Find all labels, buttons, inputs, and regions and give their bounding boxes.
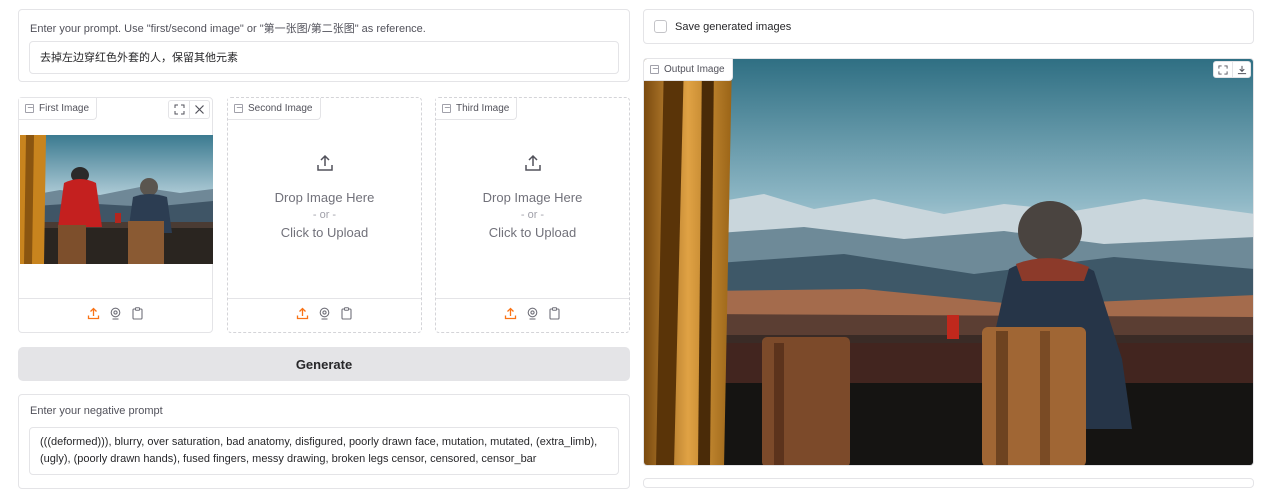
webcam-icon[interactable]: [318, 307, 331, 325]
webcam-icon[interactable]: [109, 307, 122, 325]
upload-icon[interactable]: [504, 307, 517, 325]
click-to-upload-text: Click to Upload: [280, 225, 369, 240]
image-icon: [442, 104, 451, 113]
negative-prompt-input[interactable]: (((deformed))), blurry, over saturation,…: [29, 427, 619, 475]
clipboard-icon[interactable]: [131, 306, 144, 325]
output-image-tools: [1213, 61, 1251, 78]
clipboard-icon[interactable]: [548, 306, 561, 325]
save-images-checkbox[interactable]: [654, 20, 667, 33]
prompt-label: Enter your prompt. Use "first/second ima…: [30, 23, 426, 35]
output-image-tag: Output Image: [644, 59, 733, 81]
prompt-input[interactable]: 去掉左边穿红色外套的人，保留其他元素: [29, 41, 619, 74]
negative-prompt-label: Enter your negative prompt: [30, 405, 163, 417]
upload-icon: [315, 154, 335, 177]
prompt-block: Enter your prompt. Use "first/second ima…: [18, 9, 630, 82]
output-image-block: Output Image: [643, 58, 1254, 466]
or-text: - or -: [520, 209, 545, 221]
clipboard-icon[interactable]: [340, 306, 353, 325]
third-image-footer: [436, 298, 629, 332]
third-image-upload[interactable]: Third Image Drop Image Here - or - Click…: [435, 97, 630, 333]
first-image-footer: [19, 298, 212, 332]
second-image-dropzone[interactable]: Drop Image Here - or - Click to Upload: [228, 153, 421, 240]
second-image-label: Second Image: [248, 102, 313, 114]
first-image-label: First Image: [39, 102, 90, 114]
upload-icon[interactable]: [296, 307, 309, 325]
drop-image-text: Drop Image Here: [274, 190, 375, 205]
output-image-preview: [644, 59, 1253, 465]
image-icon: [650, 65, 659, 74]
image-icon: [25, 104, 34, 113]
third-image-dropzone[interactable]: Drop Image Here - or - Click to Upload: [436, 153, 629, 240]
click-to-upload-text: Click to Upload: [488, 225, 577, 240]
output-image-label: Output Image: [664, 63, 725, 75]
save-images-block: Save generated images: [643, 9, 1254, 44]
third-image-label: Third Image: [456, 102, 510, 114]
first-image-tag: First Image: [19, 98, 98, 120]
or-text: - or -: [312, 209, 337, 221]
fullscreen-icon[interactable]: [1214, 62, 1232, 77]
fullscreen-icon[interactable]: [169, 101, 189, 118]
drop-image-text: Drop Image Here: [482, 190, 583, 205]
first-image-tools: [168, 100, 210, 119]
image-icon: [234, 104, 243, 113]
second-image-tag: Second Image: [228, 98, 321, 120]
bottom-panel-edge: [643, 478, 1254, 488]
first-image-upload[interactable]: First Image: [18, 97, 213, 333]
second-image-footer: [228, 298, 421, 332]
generate-button[interactable]: Generate: [18, 347, 630, 381]
webcam-icon[interactable]: [526, 307, 539, 325]
save-images-label: Save generated images: [675, 20, 792, 33]
upload-icon[interactable]: [87, 307, 100, 325]
upload-icon: [523, 154, 543, 177]
negative-prompt-block: Enter your negative prompt (((deformed))…: [18, 394, 630, 489]
second-image-upload[interactable]: Second Image Drop Image Here - or - Clic…: [227, 97, 422, 333]
close-icon[interactable]: [189, 101, 209, 118]
download-icon[interactable]: [1232, 62, 1250, 77]
first-image-preview: [20, 135, 213, 264]
third-image-tag: Third Image: [436, 98, 518, 120]
